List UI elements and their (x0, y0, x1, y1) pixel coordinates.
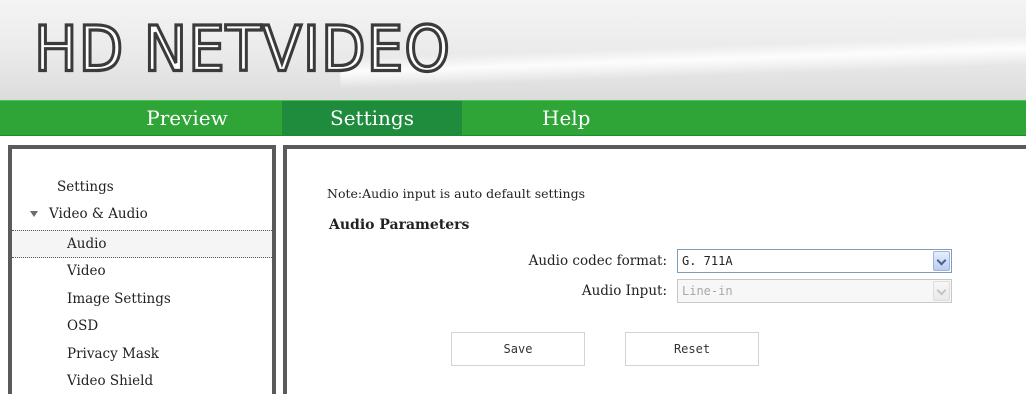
dropdown-button-disabled (933, 281, 950, 301)
codec-select[interactable]: G. 711A (677, 249, 952, 273)
sidebar-group-label: Video & Audio (49, 206, 148, 222)
input-row: Audio Input: Line-in (287, 279, 987, 303)
audio-input-value: Line-in (682, 284, 733, 298)
expand-arrow-icon[interactable] (30, 211, 38, 217)
sidebar-list: Audio Video Image Settings OSD Privacy M… (12, 230, 272, 394)
note-text: Note:Audio input is auto default setting… (327, 186, 586, 201)
save-button[interactable]: Save (451, 332, 585, 366)
sidebar-item-audio[interactable]: Audio (12, 230, 272, 258)
sidebar-item-privacy-mask[interactable]: Privacy Mask (12, 341, 272, 369)
nav-settings[interactable]: Settings (282, 101, 462, 135)
codec-value: G. 711A (682, 254, 733, 268)
audio-input-select: Line-in (677, 279, 952, 303)
sidebar-root-settings[interactable]: Settings (57, 179, 114, 195)
section-title: Audio Parameters (329, 217, 470, 233)
sidebar-item-image-settings[interactable]: Image Settings (12, 286, 272, 314)
sidebar-item-osd[interactable]: OSD (12, 313, 272, 341)
top-nav: Preview Settings Help (0, 100, 1026, 136)
sidebar-group-video-audio[interactable]: Video & Audio (30, 206, 148, 222)
chevron-down-icon (936, 285, 947, 296)
nav-preview[interactable]: Preview (92, 101, 282, 135)
chevron-down-icon (936, 255, 947, 266)
reset-button[interactable]: Reset (625, 332, 759, 366)
audio-input-label: Audio Input: (581, 283, 667, 299)
header: HD NETVIDEO (0, 0, 1026, 100)
codec-row: Audio codec format: G. 711A (287, 249, 987, 273)
sidebar-item-video-shield[interactable]: Video Shield (12, 368, 272, 394)
main-panel: Note:Audio input is auto default setting… (283, 145, 1026, 394)
logo: HD NETVIDEO (33, 11, 452, 88)
sidebar: Settings Video & Audio Audio Video Image… (8, 145, 276, 394)
dropdown-button[interactable] (933, 251, 950, 271)
codec-label: Audio codec format: (528, 253, 667, 269)
sidebar-item-video[interactable]: Video (12, 258, 272, 286)
nav-help[interactable]: Help (512, 101, 632, 135)
